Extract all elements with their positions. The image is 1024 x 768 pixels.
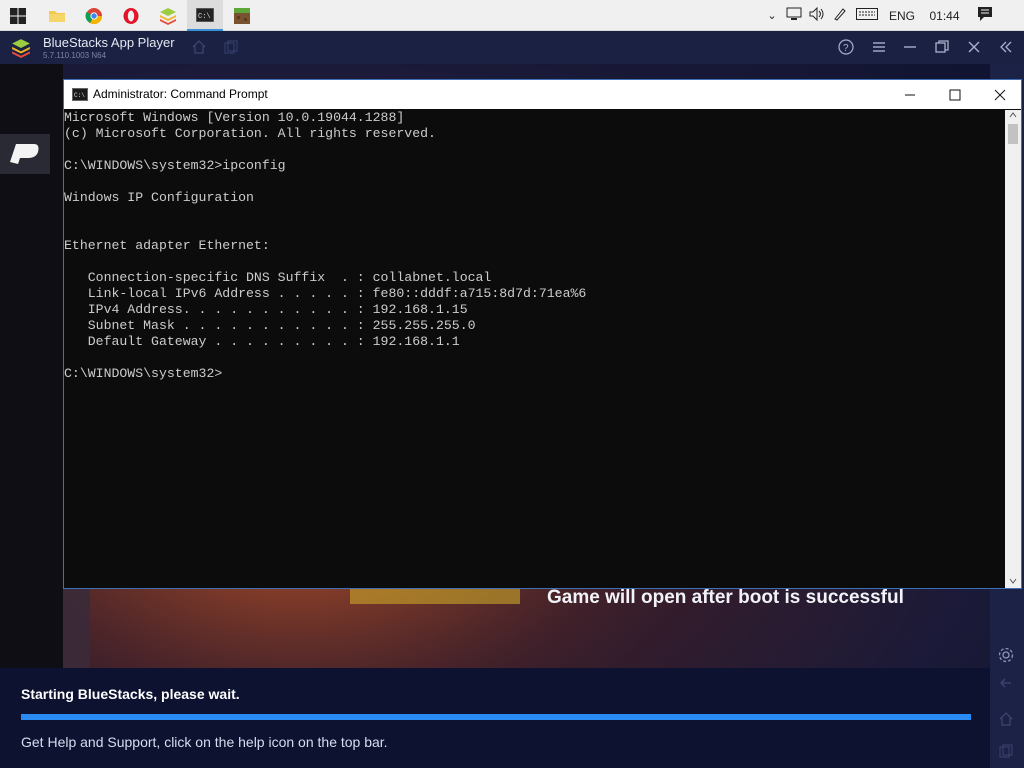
minecraft-block-icon xyxy=(234,7,250,24)
back-icon[interactable] xyxy=(999,676,1015,692)
cmd-maximize-button[interactable] xyxy=(932,80,977,109)
svg-text:C:\: C:\ xyxy=(74,92,85,99)
cmd-close-button[interactable] xyxy=(977,80,1022,109)
cmd-line xyxy=(64,254,1004,270)
home-nav-icon[interactable] xyxy=(999,712,1015,728)
settings-icon[interactable] xyxy=(997,646,1017,666)
multi-instance-icon[interactable] xyxy=(220,36,242,58)
cmd-line: Default Gateway . . . . . . . . . : 192.… xyxy=(64,334,460,349)
opera-icon xyxy=(123,7,139,24)
boot-progress-fill xyxy=(21,714,971,720)
cmd-line xyxy=(64,222,1004,238)
home-icon[interactable] xyxy=(188,36,210,58)
cmd-minimize-button[interactable] xyxy=(887,80,932,109)
cmd-line: Windows IP Configuration xyxy=(64,190,254,205)
scrollbar-thumb[interactable] xyxy=(1008,124,1018,144)
windows-start-button[interactable] xyxy=(0,0,36,31)
app-logo-icon xyxy=(0,134,50,174)
taskbar-opera[interactable] xyxy=(113,0,149,31)
cmd-line xyxy=(64,350,1004,366)
close-icon xyxy=(994,89,1005,100)
cmd-line xyxy=(64,142,1004,158)
network-icon[interactable] xyxy=(782,7,806,24)
minimize-icon[interactable] xyxy=(899,36,921,58)
command-prompt-window[interactable]: C:\ Administrator: Command Prompt Micros… xyxy=(63,79,1022,589)
pen-icon[interactable] xyxy=(828,7,852,24)
taskbar-chrome[interactable] xyxy=(76,0,112,31)
bluestacks-title: BlueStacks App Player xyxy=(43,35,175,50)
cmd-line: Connection-specific DNS Suffix . : colla… xyxy=(64,270,492,285)
cmd-scrollbar[interactable] xyxy=(1005,110,1021,588)
notifications-icon[interactable] xyxy=(967,6,1002,25)
help-icon[interactable]: ? xyxy=(835,36,857,58)
cmd-icon: C:\ xyxy=(196,7,214,22)
bluestacks-version: 5.7.110.1003 N64 xyxy=(43,51,107,60)
taskbar-minecraft[interactable] xyxy=(224,0,260,31)
boot-progress-bar xyxy=(21,714,971,720)
cmd-line xyxy=(64,206,1004,222)
cmd-line xyxy=(64,174,1004,190)
chevron-up-icon[interactable]: ⌄ xyxy=(762,9,782,22)
cmd-line: IPv4 Address. . . . . . . . . . . : 192.… xyxy=(64,302,468,317)
cmd-line: Link-local IPv6 Address . . . . . : fe80… xyxy=(64,286,587,301)
windows-logo-icon xyxy=(10,7,26,24)
cmd-line: Ethernet adapter Ethernet: xyxy=(64,238,270,253)
bluestacks-left-strip xyxy=(0,64,63,668)
cmd-line: (c) Microsoft Corporation. All rights re… xyxy=(64,126,436,141)
taskbar-bluestacks[interactable] xyxy=(150,0,186,31)
minimize-icon xyxy=(904,94,915,95)
recent-apps-icon[interactable] xyxy=(999,744,1015,760)
game-boot-message: Game will open after boot is successful xyxy=(547,587,904,608)
cmd-title: Administrator: Command Prompt xyxy=(93,87,268,101)
menu-icon[interactable] xyxy=(868,36,890,58)
cmd-line: Microsoft Windows [Version 10.0.19044.12… xyxy=(64,110,405,125)
collapse-sidebar-icon[interactable] xyxy=(995,36,1017,58)
maximize-icon xyxy=(949,89,960,100)
chrome-icon xyxy=(85,7,103,24)
svg-text:C:\: C:\ xyxy=(198,13,211,21)
cmd-line: C:\WINDOWS\system32>ipconfig xyxy=(64,158,286,173)
cmd-window-icon: C:\ xyxy=(72,88,88,101)
keyboard-icon[interactable] xyxy=(852,8,882,23)
svg-text:?: ? xyxy=(843,43,849,54)
taskbar-command-prompt[interactable]: C:\ xyxy=(187,0,223,31)
cmd-line: Subnet Mask . . . . . . . . . . . : 255.… xyxy=(64,318,476,333)
close-icon[interactable] xyxy=(963,36,985,58)
cmd-line: C:\WINDOWS\system32> xyxy=(64,366,223,381)
help-support-text: Get Help and Support, click on the help … xyxy=(21,734,388,750)
clock[interactable]: 01:44 xyxy=(922,9,967,23)
language-indicator[interactable]: ENG xyxy=(882,9,922,23)
restore-icon[interactable] xyxy=(931,36,953,58)
windows-taskbar: C:\ ⌄ ENG 01:44 xyxy=(0,0,1024,31)
folder-icon xyxy=(49,10,65,22)
starting-status-text: Starting BlueStacks, please wait. xyxy=(21,686,240,702)
bluestacks-logo-icon xyxy=(12,39,30,58)
cmd-console-output[interactable]: Microsoft Windows [Version 10.0.19044.12… xyxy=(64,110,1004,588)
system-tray: ⌄ ENG 01:44 xyxy=(762,0,1002,31)
taskbar-file-explorer[interactable] xyxy=(39,0,75,31)
cmd-titlebar[interactable]: C:\ Administrator: Command Prompt xyxy=(64,80,1021,109)
volume-icon[interactable] xyxy=(806,6,828,24)
scroll-down-icon[interactable] xyxy=(1009,578,1017,584)
scroll-up-icon[interactable] xyxy=(1009,112,1017,118)
bluestacks-icon xyxy=(160,7,176,25)
